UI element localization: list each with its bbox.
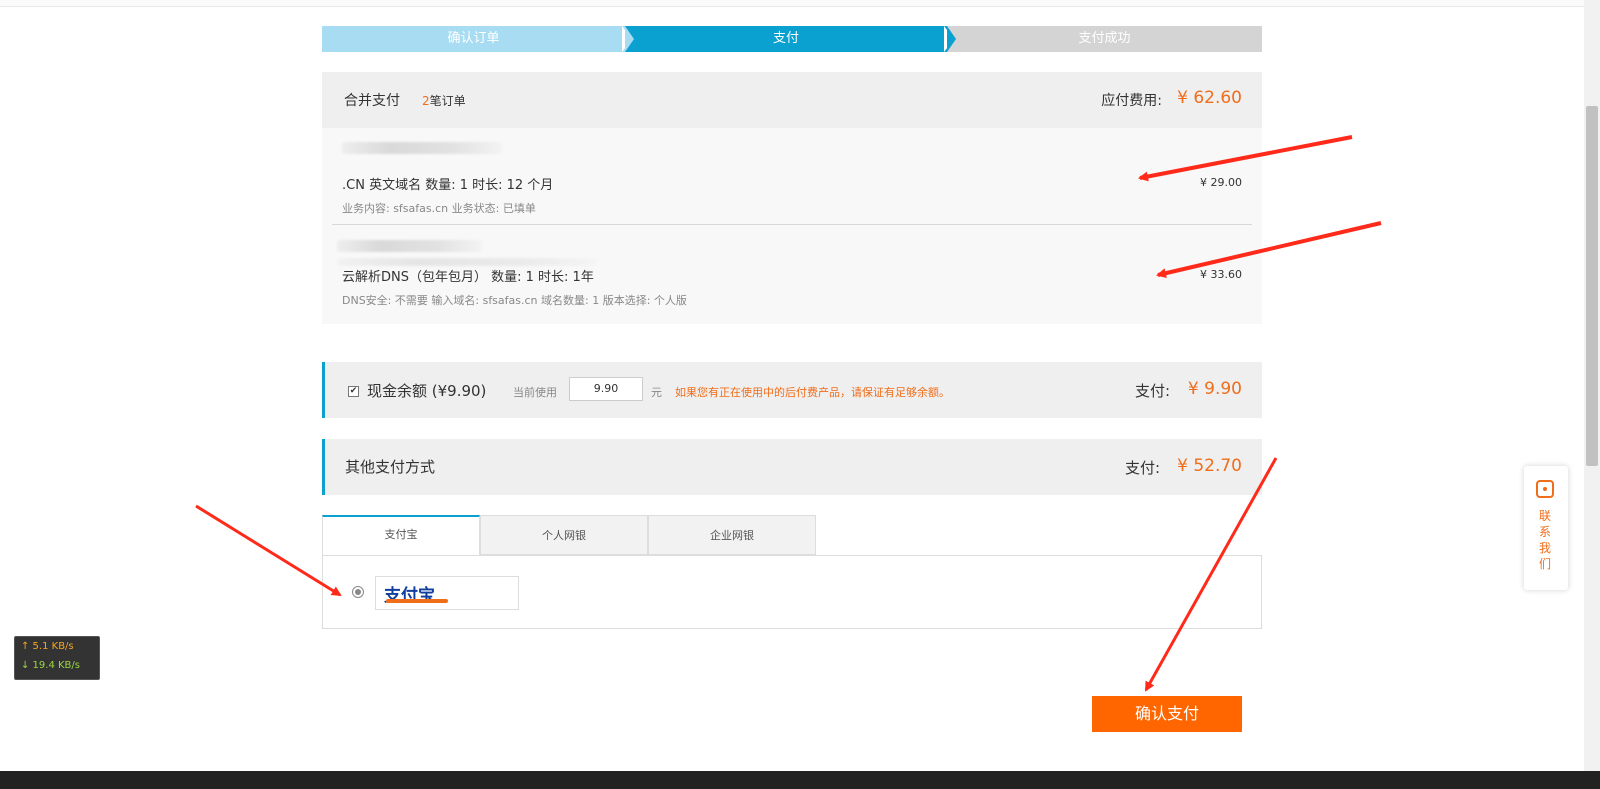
blurred-text (337, 258, 597, 266)
amount-due-value: ¥ 62.60 (1177, 88, 1242, 108)
tab-enterprise-bank[interactable]: 企业网银 (648, 515, 816, 555)
balance-warning: 如果您有正在使用中的后付费产品，请保证有足够余额。 (675, 386, 950, 399)
contact-us-button[interactable]: 联系我们 (1524, 466, 1568, 590)
contact-us-label: 联系我们 (1539, 509, 1552, 571)
order-item: .CN 英文域名 数量: 1 时长: 12 个月 业务内容: sfsafas.c… (342, 138, 1242, 224)
alipay-tab-panel: 支付宝 (322, 555, 1262, 629)
order-summary: 云解析DNS（包年包月） 数量: 1 时长: 1年 (342, 270, 594, 285)
scrollbar[interactable] (1584, 0, 1600, 771)
download-speed: ↓ 19.4 KB/s (21, 660, 80, 671)
order-list: .CN 英文域名 数量: 1 时长: 12 个月 业务内容: sfsafas.c… (322, 128, 1262, 324)
upload-speed: ↑ 5.1 KB/s (21, 641, 74, 652)
other-pay-label: 支付: (1124, 459, 1160, 477)
balance-pay-label: 支付: (1134, 382, 1170, 400)
cash-balance-panel: ✔ 现金余额 (¥9.90) 当前使用 9.90 元 如果您有正在使用中的后付费… (322, 362, 1262, 418)
alipay-logo-swoosh (386, 599, 448, 603)
order-details: DNS安全: 不需要 输入域名: sfsafas.cn 域名数量: 1 版本选择… (342, 294, 687, 307)
order-count-number: 2 (422, 94, 430, 108)
currency-unit: 元 (651, 386, 662, 399)
amount-due-label: 应付费用: (1101, 93, 1162, 109)
current-use-label: 当前使用 (513, 386, 557, 399)
order-count: 2笔订单 (422, 92, 466, 109)
scrollbar-thumb[interactable] (1586, 106, 1598, 466)
browser-top-border (0, 0, 1600, 7)
tab-personal-bank[interactable]: 个人网银 (480, 515, 648, 555)
alipay-radio[interactable] (352, 586, 364, 598)
order-price: ¥ 33.60 (1200, 268, 1242, 281)
step-arrow (625, 26, 634, 52)
divider (332, 224, 1252, 225)
contact-icon (1536, 480, 1554, 498)
balance-pay-amount: ¥ 9.90 (1187, 379, 1242, 399)
order-details: 业务内容: sfsafas.cn 业务状态: 已填单 (342, 202, 536, 215)
order-summary: .CN 英文域名 数量: 1 时长: 12 个月 (342, 178, 554, 193)
step-success: 支付成功 (947, 26, 1262, 52)
step-confirm-order: 确认订单 (322, 26, 625, 52)
order-price: ¥ 29.00 (1200, 176, 1242, 189)
order-item: 云解析DNS（包年包月） 数量: 1 时长: 1年 DNS安全: 不需要 输入域… (337, 236, 1242, 316)
payment-tabs: 支付宝 个人网银 企业网银 (322, 515, 1262, 555)
network-speed-widget: ↑ 5.1 KB/s ↓ 19.4 KB/s (14, 636, 100, 680)
balance-amount-input[interactable]: 9.90 (569, 377, 643, 401)
order-count-suffix: 笔订单 (429, 94, 466, 108)
use-balance-checkbox[interactable]: ✔ (348, 386, 359, 397)
merge-payment-header: 合并支付 2笔订单 应付费用: ¥ 62.60 (322, 72, 1262, 128)
merge-title: 合并支付 (344, 93, 400, 109)
alipay-option[interactable]: 支付宝 (375, 576, 519, 610)
step-pay: 支付 (625, 26, 947, 52)
step-arrow (947, 26, 956, 52)
other-payment-panel: 其他支付方式 支付: ¥ 52.70 (322, 439, 1262, 495)
blurred-order-id (337, 240, 482, 252)
page-footer (0, 771, 1600, 789)
annotation-arrow (195, 504, 342, 597)
other-payment-title: 其他支付方式 (345, 458, 436, 476)
other-pay-amount: ¥ 52.70 (1177, 456, 1242, 476)
confirm-pay-button[interactable]: 确认支付 (1092, 696, 1242, 732)
cash-balance-label: 现金余额 (¥9.90) (367, 382, 487, 400)
tab-alipay[interactable]: 支付宝 (322, 515, 480, 555)
blurred-order-id (342, 142, 502, 154)
progress-steps: 确认订单 支付 支付成功 (322, 26, 1262, 52)
